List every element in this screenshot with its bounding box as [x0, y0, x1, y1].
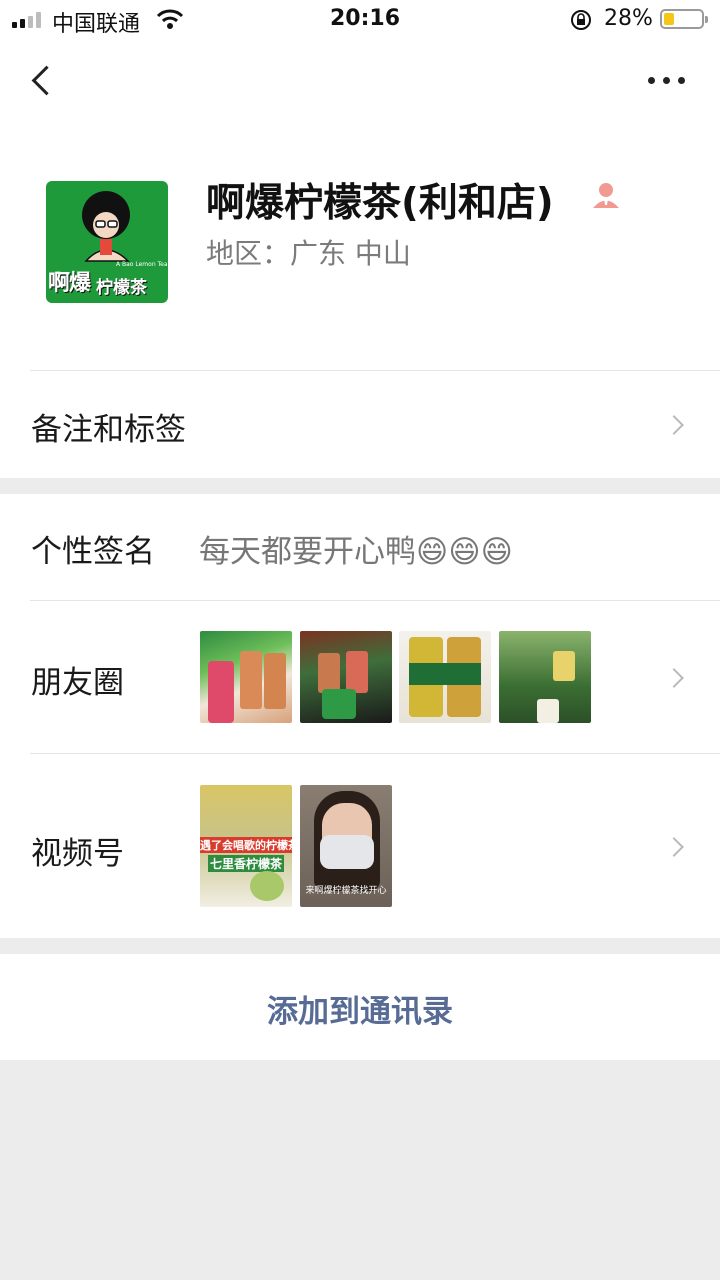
chevron-right-icon — [664, 668, 684, 688]
moments-thumbnail — [200, 631, 292, 723]
signature-row: 个性签名 每天都要开心鸭😄😄😄 — [0, 494, 720, 601]
status-bar: 中国联通 20:16 28% — [0, 0, 720, 40]
chevron-left-icon — [31, 65, 62, 96]
region-value: 广东 中山 — [290, 237, 411, 270]
face-mask — [320, 835, 374, 869]
drink-cup — [322, 689, 356, 719]
avatar[interactable]: 啊爆 柠檬茶 A Bao Lemon Tea — [46, 181, 168, 303]
add-contact-row: 添加到通讯录 — [0, 954, 720, 1060]
clock: 20:16 — [330, 6, 401, 31]
signature-value: 每天都要开心鸭😄😄😄 — [199, 534, 513, 570]
drink-cup — [318, 653, 340, 693]
channels-thumbnail: 来啊爆柠檬茶找开心 — [300, 785, 392, 907]
region-row: 地区：广东 中山 — [206, 232, 411, 272]
wifi-icon — [156, 8, 184, 34]
channels-thumbnail: 遇了会唱歌的柠檬茶 七里香柠檬茶 — [200, 785, 292, 907]
more-button[interactable] — [640, 64, 694, 98]
signature-label: 个性签名 — [31, 534, 155, 570]
rotation-lock-icon — [570, 9, 592, 35]
signal-icon — [12, 12, 46, 28]
profile-header: 啊爆 柠檬茶 A Bao Lemon Tea 啊爆柠檬茶(利和店) 地区：广东 … — [0, 120, 720, 372]
drink-cup — [240, 651, 262, 709]
remark-row[interactable]: 备注和标签 — [0, 372, 720, 478]
moments-thumbnail — [399, 631, 491, 723]
channels-thumbnail-caption: 遇了会唱歌的柠檬茶 — [200, 837, 292, 853]
chevron-right-icon — [664, 415, 684, 435]
moments-thumbnail — [300, 631, 392, 723]
back-button[interactable] — [20, 56, 64, 104]
lime-slice — [250, 871, 284, 901]
more-dot — [678, 77, 685, 84]
channels-label: 视频号 — [31, 836, 124, 872]
drink-cup — [537, 699, 559, 723]
navigation-bar — [0, 40, 720, 120]
channels-thumbnail-caption: 七里香柠檬茶 — [208, 855, 284, 872]
moments-row[interactable]: 朋友圈 — [0, 601, 720, 754]
more-dots-icon — [648, 77, 655, 84]
drink-cup — [208, 661, 234, 723]
moments-label: 朋友圈 — [31, 665, 124, 701]
avatar-brand-bottom: 柠檬茶 — [96, 278, 147, 298]
profile-name: 啊爆柠檬茶(利和店) — [206, 181, 554, 226]
enterprise-person-icon — [591, 181, 621, 215]
avatar-brand-en: A Bao Lemon Tea — [116, 261, 168, 268]
region-label: 地区： — [206, 237, 291, 270]
channels-thumbnail-caption: 来啊爆柠檬茶找开心 — [305, 886, 387, 896]
add-contact-button[interactable]: 添加到通讯录 — [0, 986, 720, 1031]
channels-row[interactable]: 视频号 遇了会唱歌的柠檬茶 七里香柠檬茶 来啊爆柠檬茶找开心 — [0, 754, 720, 938]
drink-cup — [346, 651, 368, 693]
header-divider — [30, 370, 720, 371]
cup-sleeve — [409, 663, 481, 685]
battery-icon — [660, 9, 708, 29]
drink-cup — [264, 653, 286, 709]
drink-cup — [553, 651, 575, 681]
chevron-right-icon — [664, 837, 684, 857]
moments-thumbnail — [499, 631, 591, 723]
more-dot — [663, 77, 670, 84]
avatar-brand-top: 啊爆 — [48, 271, 91, 296]
remark-label: 备注和标签 — [31, 412, 186, 448]
battery-percent: 28% — [604, 6, 653, 31]
carrier-name: 中国联通 — [52, 12, 141, 37]
